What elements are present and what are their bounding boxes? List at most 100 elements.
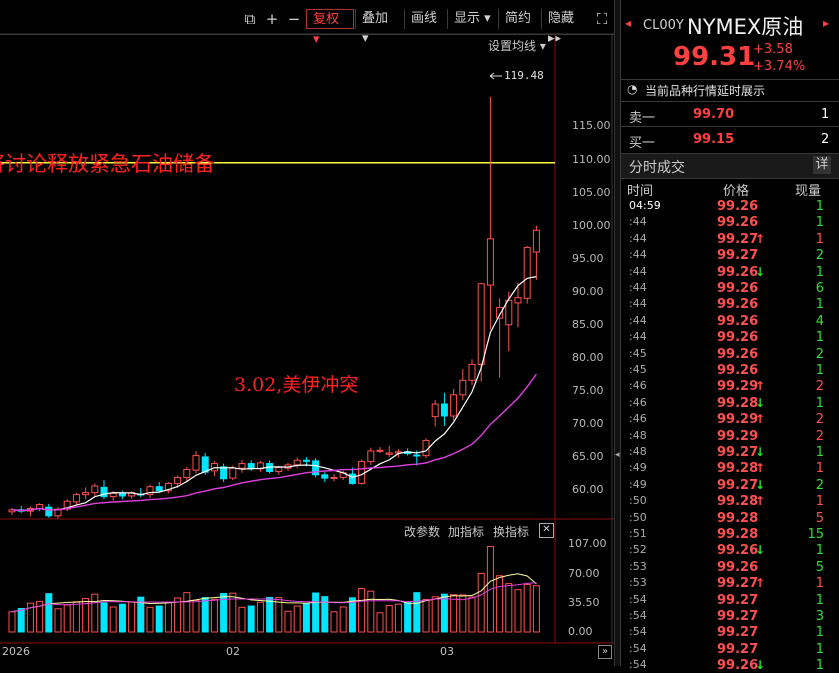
quote-panel: ◂ CL00Y NYMEX原油 ▸ 99.31 +3.58 +3.74% ◔ 当… [620, 0, 839, 673]
tick-time: :44 [629, 248, 647, 262]
up-arrow-icon: ↑ [755, 412, 766, 427]
ask-volume: 1 [821, 107, 830, 122]
volume-bar [164, 601, 172, 633]
scroll-right-icon[interactable]: » [598, 645, 612, 659]
tick-time: :45 [629, 346, 647, 360]
volume-bar [192, 599, 200, 633]
candle-body [431, 403, 439, 418]
tick-price: 99.26 [717, 264, 759, 280]
y-tick: 95.00 [572, 251, 604, 265]
volume-bar [155, 605, 163, 633]
tick-time: :44 [629, 330, 647, 344]
tick-volume: 1 [815, 264, 824, 280]
tick-volume: 1 [815, 543, 824, 559]
tick-price: 99.26 [717, 363, 759, 378]
candle-body [229, 467, 237, 479]
modify-params-link[interactable]: 改参数 [404, 523, 440, 540]
tick-price: 99.27 [717, 445, 759, 460]
volume-bar [128, 601, 136, 633]
tick-time: :49 [629, 461, 647, 475]
prev-symbol-icon[interactable]: ◂ [625, 16, 631, 30]
volume-y-tick: 107.00 [568, 537, 607, 550]
volume-bar [385, 605, 393, 633]
tick-time: :54 [629, 641, 647, 655]
col-time: 时间 [627, 184, 654, 199]
volume-bar [431, 596, 439, 633]
switch-indicator-link[interactable]: 换指标 [493, 523, 529, 540]
next-symbol-icon[interactable]: ▸ [823, 16, 829, 30]
tick-price: 99.26 [717, 215, 759, 231]
tick-time: :54 [629, 625, 647, 639]
candle-body [496, 307, 504, 319]
tick-volume: 6 [815, 281, 824, 296]
volume-bar [293, 605, 301, 633]
volume-bar [17, 607, 25, 633]
up-arrow-icon: ↑ [755, 379, 766, 394]
x-tick-2026: 2026 [2, 645, 30, 658]
tick-volume: 2 [815, 428, 824, 444]
volume-bar [256, 601, 264, 633]
volume-bar [523, 583, 531, 633]
add-indicator-link[interactable]: 加指标 [448, 523, 484, 540]
tick-price: 99.29 [717, 379, 759, 395]
candle-body [532, 229, 540, 253]
tick-price: 99.29 [717, 412, 759, 428]
delay-notice: 当前品种行情延时展示 [645, 84, 766, 98]
candle-body [321, 474, 329, 479]
candle-body [505, 299, 513, 326]
tick-price: 99.27 [717, 609, 759, 624]
y-tick: 90.00 [572, 284, 604, 298]
tick-time: :44 [629, 297, 647, 311]
volume-bar [477, 572, 485, 633]
candle-body [376, 449, 384, 452]
volume-ma-line-2 [11, 582, 537, 613]
tick-time: :45 [629, 363, 647, 376]
down-arrow-icon: ↓ [755, 477, 766, 492]
tick-time: :54 [629, 609, 647, 622]
tick-volume: 2 [815, 477, 824, 493]
tick-time: :44 [629, 281, 647, 294]
volume-y-tick: 0.00 [568, 625, 593, 638]
volume-y-tick: 70.00 [568, 567, 600, 581]
tick-volume: 4 [815, 313, 824, 329]
tick-price: 99.26 [717, 281, 759, 296]
price-change: +3.58 [753, 42, 793, 57]
tick-time: :46 [629, 395, 647, 409]
tick-time: :44 [629, 264, 647, 278]
volume-bar [72, 601, 80, 633]
symbol-code: CL00Y [643, 18, 684, 33]
ask-price: 99.70 [693, 107, 735, 122]
volume-bar [468, 596, 476, 633]
tick-volume: 1 [815, 445, 824, 460]
tick-time: :50 [629, 510, 647, 524]
y-tick: 85.00 [572, 317, 604, 331]
tick-price: 99.29 [717, 428, 759, 444]
candle-body [293, 459, 301, 466]
tick-price: 99.28 [717, 494, 759, 510]
tick-price: 99.26 [717, 297, 759, 313]
tick-volume: 1 [815, 395, 824, 411]
candlestick-chart[interactable] [0, 0, 614, 666]
tick-price: 99.26 [717, 559, 759, 575]
detail-button[interactable]: 详 [813, 156, 831, 174]
tick-price: 99.27 [717, 641, 759, 657]
candle-body [275, 467, 283, 472]
tick-time: :46 [629, 379, 647, 393]
y-tick: 60.00 [572, 483, 604, 496]
candle-body [413, 454, 421, 457]
up-arrow-icon: ↑ [755, 461, 766, 476]
volume-bar [532, 585, 540, 633]
down-arrow-icon: ↓ [755, 264, 766, 279]
volume-bar [376, 612, 384, 633]
down-arrow-icon: ↓ [755, 543, 766, 558]
candle-body [358, 461, 366, 484]
price-change-pct: +3.74% [753, 59, 806, 74]
tick-price: 99.26 [717, 199, 759, 214]
annotation-us-iran-conflict: 3.02,美伊冲突 [234, 374, 359, 396]
bid-price: 99.15 [693, 132, 735, 147]
volume-bar [514, 589, 522, 633]
tick-volume: 1 [815, 363, 824, 378]
annotation-reserve-release: 将讨论释放紧急石油储备 [0, 152, 215, 176]
close-indicator-icon[interactable]: ✕ [539, 523, 554, 538]
y-tick: 100.00 [572, 218, 611, 232]
